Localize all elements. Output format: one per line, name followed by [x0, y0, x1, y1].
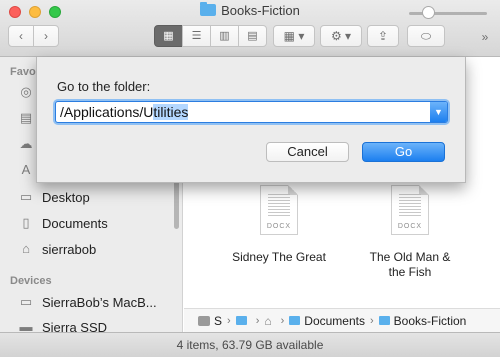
- back-button[interactable]: ‹: [8, 25, 34, 47]
- docx-file-icon: DOCX: [391, 185, 429, 235]
- column-view-button[interactable]: ▥: [210, 25, 239, 47]
- icon-view-icon: ▦: [163, 30, 174, 42]
- go-button[interactable]: Go: [362, 142, 445, 162]
- go-to-folder-sheet: Go to the folder: /Applications/Utilitie…: [36, 57, 466, 183]
- share-button[interactable]: ⇪: [367, 25, 399, 47]
- sidebar-item-home[interactable]: ⌂ sierrabob: [18, 238, 96, 260]
- icon-size-slider-knob[interactable]: [422, 6, 435, 19]
- file-name-line: the Fish: [388, 265, 432, 279]
- chevron-right-icon: ›: [44, 29, 48, 43]
- file-name-line: Sidney The Great: [232, 250, 326, 264]
- disk-icon: [198, 315, 210, 326]
- path-segment-disk[interactable]: S: [214, 314, 222, 328]
- cover-flow-button[interactable]: ▤: [238, 25, 267, 47]
- path-separator-icon: ›: [280, 314, 285, 327]
- icon-view-button[interactable]: ▦: [154, 25, 183, 47]
- path-separator-icon: ›: [255, 314, 260, 327]
- file-name: The Old Man & the Fish: [350, 250, 470, 280]
- airdrop-icon: ◎: [20, 84, 32, 99]
- path-separator-icon: ›: [227, 314, 231, 327]
- file-name: Sidney The Great: [219, 250, 339, 265]
- laptop-icon: ▭: [19, 294, 33, 309]
- sidebar-scrollbar[interactable]: [174, 179, 179, 229]
- arrange-button[interactable]: ▦ ▾: [273, 25, 315, 47]
- arrange-icon: ▦ ▾: [283, 29, 305, 43]
- applications-icon: A: [21, 162, 31, 177]
- home-icon: ⌂: [22, 241, 30, 256]
- icloud-icon: ☁: [19, 136, 33, 151]
- chevron-left-icon: ‹: [19, 29, 23, 43]
- file-item[interactable]: DOCX The Old Man & the Fish: [350, 185, 470, 280]
- documents-icon: ▯: [22, 215, 30, 230]
- path-separator-icon: ›: [369, 314, 374, 327]
- column-view-icon: ▥: [219, 30, 230, 42]
- folder-path-selected-text: tilities: [153, 104, 189, 120]
- window-title-text: Books-Fiction: [221, 3, 300, 18]
- chevron-double-right-icon: »: [481, 30, 489, 44]
- sidebar-item-label: SierraBob’s MacB...: [42, 294, 157, 310]
- cancel-button[interactable]: Cancel: [266, 142, 349, 162]
- view-mode-segmented-control: ▦ ☰ ▥ ▤: [154, 25, 267, 47]
- all-files-icon: ▤: [19, 110, 33, 125]
- cover-flow-icon: ▤: [247, 30, 258, 42]
- chevron-down-icon[interactable]: ▼: [430, 102, 447, 122]
- folder-icon: [235, 316, 247, 325]
- folder-path-input[interactable]: /Applications/Utilities: [60, 104, 189, 121]
- sidebar-item-desktop[interactable]: ▭ Desktop: [18, 186, 90, 208]
- status-text: 4 items, 63.79 GB available: [176, 338, 324, 352]
- tag-icon: ⬭: [420, 29, 432, 43]
- folder-path-combobox[interactable]: /Applications/Utilities ▼: [55, 101, 448, 123]
- file-name-line: The Old Man &: [369, 250, 451, 264]
- sidebar-item-label: Desktop: [42, 189, 90, 205]
- sidebar-item-macbook[interactable]: ▭ SierraBob’s MacB...: [18, 291, 157, 313]
- path-segment-books-fiction[interactable]: Books-Fiction: [394, 314, 467, 328]
- file-extension: DOCX: [266, 223, 292, 230]
- forward-button[interactable]: ›: [33, 25, 59, 47]
- gear-icon: ⚙ ▾: [330, 29, 352, 43]
- toolbar-overflow-button[interactable]: »: [475, 27, 495, 49]
- sidebar-devices-header: Devices: [10, 275, 52, 287]
- status-bar: 4 items, 63.79 GB available: [0, 332, 500, 357]
- home-icon: ⌂: [264, 313, 272, 328]
- desktop-icon: ▭: [19, 189, 33, 204]
- share-icon: ⇪: [377, 29, 389, 43]
- sidebar-item-label: Documents: [42, 215, 108, 231]
- docx-file-icon: DOCX: [260, 185, 298, 235]
- path-bar: S › › ⌂ › Documents › Books-Fiction: [184, 308, 500, 332]
- file-item[interactable]: DOCX Sidney The Great: [219, 185, 339, 265]
- list-view-icon: ☰: [191, 30, 202, 42]
- sidebar-item-documents[interactable]: ▯ Documents: [18, 212, 108, 234]
- sidebar-item-label: sierrabob: [42, 241, 97, 257]
- folder-icon: [378, 316, 390, 325]
- list-view-button[interactable]: ☰: [182, 25, 211, 47]
- path-segment-documents[interactable]: Documents: [304, 314, 365, 328]
- tags-button[interactable]: ⬭: [407, 25, 445, 47]
- finder-window: Books-Fiction ‹ › ▦ ☰ ▥ ▤ ▦ ▾ ⚙ ▾ ⇪ ⬭ » …: [0, 0, 500, 357]
- sidebar-favorites-header: Favo: [10, 66, 36, 78]
- icon-size-slider[interactable]: [409, 12, 487, 15]
- folder-icon: [289, 316, 301, 325]
- folder-path-text: /Applications/U: [60, 104, 154, 120]
- folder-icon: [200, 2, 217, 16]
- action-button[interactable]: ⚙ ▾: [320, 25, 362, 47]
- go-to-folder-label: Go to the folder:: [57, 79, 151, 94]
- file-extension: DOCX: [397, 223, 423, 230]
